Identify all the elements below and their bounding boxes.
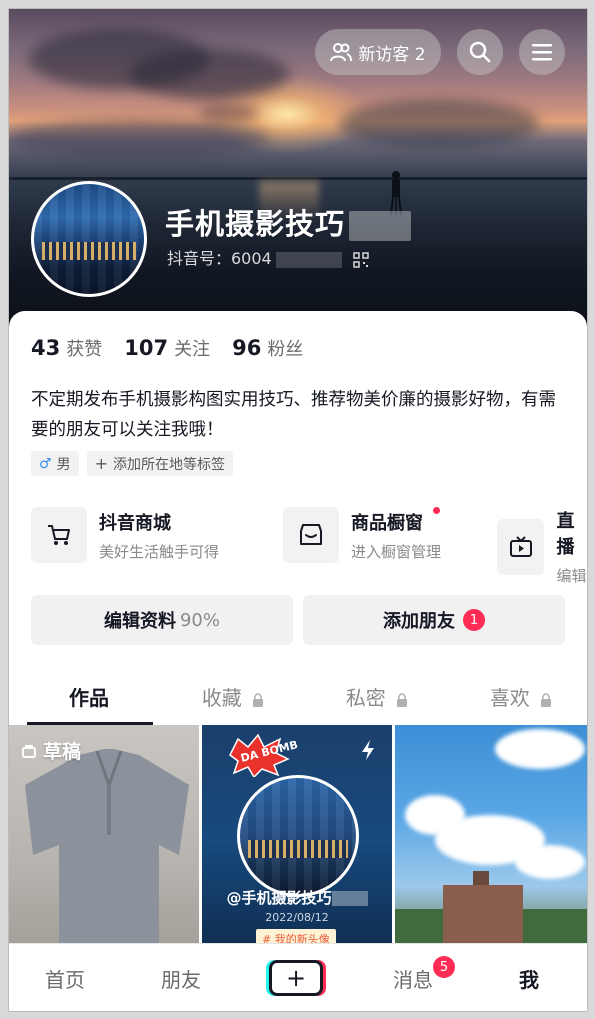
bottom-navigation: 首页 朋友 + 消息 5 我 (9, 943, 587, 1011)
stats-row: 43 获赞 107 关注 96 粉丝 (31, 335, 303, 361)
douyin-id[interactable]: 抖音号：6004 (167, 245, 369, 269)
create-button[interactable]: + (269, 960, 323, 996)
shirt-image (25, 749, 189, 955)
draft-video-thumbnail[interactable]: 草稿 (9, 725, 199, 955)
stat-followers[interactable]: 96 粉丝 (232, 335, 303, 361)
service-product-window[interactable]: 商品橱窗 进入橱窗管理 (283, 506, 442, 563)
add-tag-button[interactable]: + 添加所在地等标签 (86, 451, 233, 476)
shop-icon (283, 507, 339, 563)
service-title: 抖音商城 (99, 512, 171, 534)
plus-icon: + (285, 964, 307, 992)
tv-icon (497, 518, 545, 575)
messages-badge: 5 (433, 956, 455, 978)
search-icon (469, 41, 491, 63)
notification-dot (433, 506, 440, 514)
draft-label: 草稿 (21, 737, 81, 764)
video-thumbnail[interactable]: DA BOMB @手机摄影技巧 2022/08/12 # 我的新头像 (202, 725, 392, 955)
handle-redaction (331, 891, 368, 906)
lock-icon (253, 692, 264, 707)
app-frame: 新访客 2 手机摄影技巧 抖音号：6004 43 获赞 107 关注 96 粉丝… (8, 8, 588, 1012)
service-title: 商品橱窗 (351, 506, 441, 535)
video-date: 2022/08/12 (265, 911, 329, 924)
service-subtitle: 美好生活触手可得 (99, 542, 220, 561)
service-subtitle: 进入橱窗管理 (351, 542, 442, 561)
nav-friends[interactable]: 朋友 (141, 964, 221, 993)
tab-private[interactable]: 私密 (305, 673, 449, 723)
stat-likes[interactable]: 43 获赞 (31, 335, 102, 361)
visitors-icon (330, 43, 353, 62)
stat-following[interactable]: 107 关注 (124, 335, 210, 361)
draft-icon (22, 744, 36, 758)
service-douyin-mall[interactable]: 抖音商城 美好生活触手可得 (31, 507, 219, 563)
add-friend-badge: 1 (463, 609, 485, 631)
profile-card: 43 获赞 107 关注 96 粉丝 不定期发布手机摄影构图实用技巧、推荐物美价廉的摄… (9, 311, 587, 955)
video-grid: 草稿 DA BOMB @手机摄影技巧 2022/08/12 # 我的新头像 (9, 725, 587, 955)
edit-profile-button[interactable]: 编辑资料 90% (31, 595, 293, 645)
nav-home[interactable]: 首页 (25, 964, 105, 993)
lock-icon (397, 692, 408, 707)
menu-button[interactable] (519, 29, 565, 75)
new-avatar-preview (237, 775, 359, 897)
search-button[interactable] (457, 29, 503, 75)
plus-icon: + (94, 454, 108, 473)
video-thumbnail[interactable] (395, 725, 587, 955)
lock-icon (541, 692, 552, 707)
lightning-icon (362, 740, 374, 760)
profile-bio: 不定期发布手机摄影构图实用技巧、推荐物美价廉的摄影好物，有需要的朋友可以关注我哦… (31, 390, 556, 440)
hamburger-menu-icon (532, 44, 552, 61)
profile-display-name: 手机摄影技巧 (165, 201, 412, 243)
service-live[interactable]: 直播 编辑 (497, 507, 587, 586)
new-visitors-label: 新访客 2 (358, 44, 426, 65)
profile-completion: 90% (179, 609, 220, 631)
tab-liked[interactable]: 喜欢 (449, 673, 587, 723)
name-redaction (349, 211, 412, 241)
tab-works[interactable]: 作品 (17, 673, 161, 723)
cart-icon (31, 507, 87, 563)
add-friend-button[interactable]: 添加朋友 1 (303, 595, 565, 645)
video-handle: @手机摄影技巧 (202, 887, 392, 908)
qr-code-icon[interactable] (353, 251, 369, 268)
profile-avatar[interactable] (31, 181, 147, 297)
service-title: 直播 (556, 511, 575, 558)
services-row: 抖音商城 美好生活触手可得 商品橱窗 进入橱窗管理 直播 编辑 (31, 506, 587, 585)
content-tabs: 作品 收藏 私密 喜欢 (9, 673, 587, 725)
nav-me[interactable]: 我 (489, 964, 569, 993)
service-subtitle: 编辑 (556, 567, 587, 585)
new-visitors-button[interactable]: 新访客 2 (315, 29, 441, 75)
male-icon: ♂ (39, 455, 52, 472)
profile-tags: ♂ 男 + 添加所在地等标签 (31, 451, 233, 476)
id-redaction (275, 251, 342, 268)
tab-favorites[interactable]: 收藏 (161, 673, 305, 723)
gender-tag[interactable]: ♂ 男 (31, 451, 79, 476)
